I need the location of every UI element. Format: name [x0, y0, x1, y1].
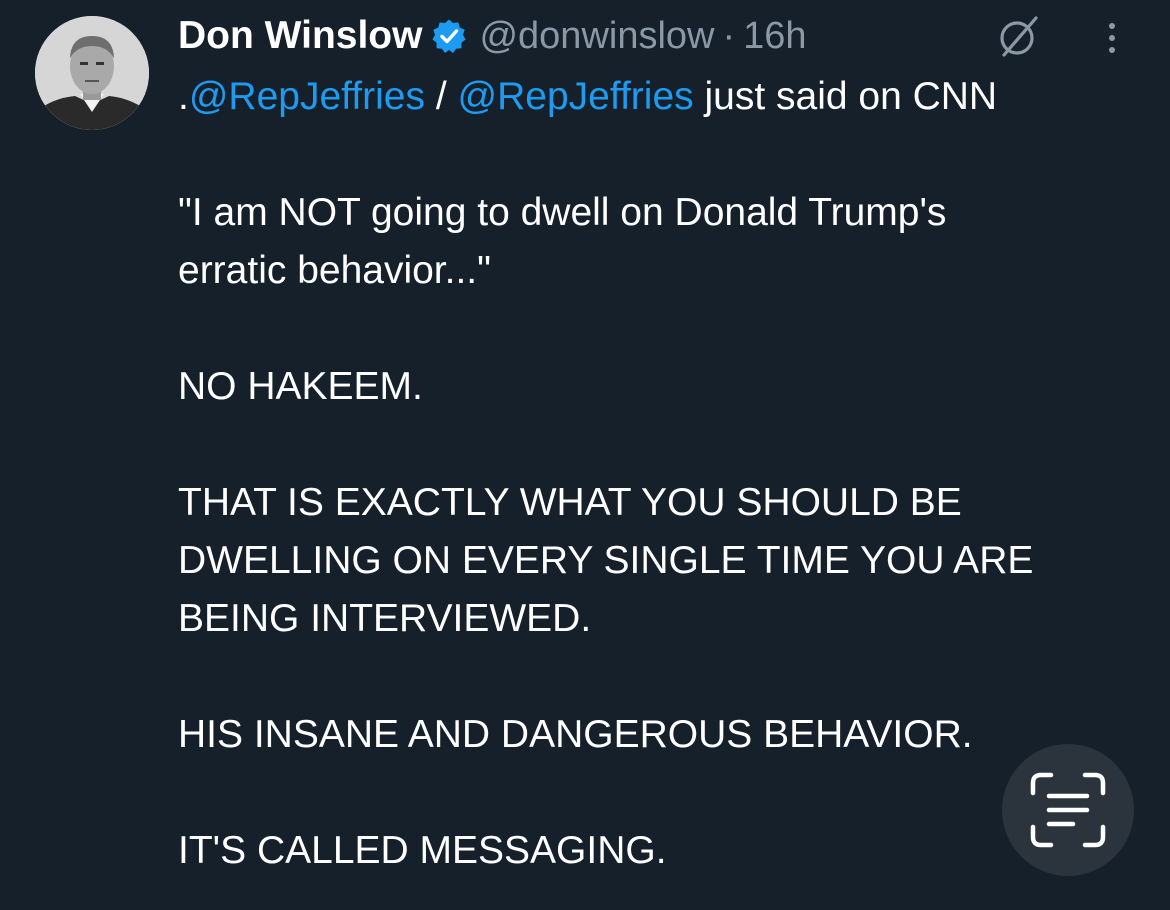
- author-name[interactable]: Don Winslow: [178, 14, 422, 58]
- paragraph-4: IT'S CALLED MESSAGING.: [178, 829, 667, 872]
- slash-text: /: [424, 75, 458, 118]
- paragraph-2-line-1: THAT IS EXACTLY WHAT YOU SHOULD BE: [178, 481, 962, 524]
- prefix-text: .: [178, 75, 189, 118]
- timestamp[interactable]: 16h: [743, 15, 806, 58]
- mention-link-1[interactable]: @RepJeffries: [189, 75, 425, 118]
- mention-link-2[interactable]: @RepJeffries: [458, 75, 694, 118]
- paragraph-3: HIS INSANE AND DANGEROUS BEHAVIOR.: [178, 713, 973, 756]
- tweet-header: Don Winslow @donwinslow · 16h: [178, 10, 807, 62]
- grok-icon[interactable]: [993, 14, 1043, 60]
- tweet-text: .@RepJeffries / @RepJeffries just said o…: [178, 68, 1148, 880]
- avatar[interactable]: [35, 16, 149, 130]
- tweet-first-line: .@RepJeffries / @RepJeffries just said o…: [178, 68, 1148, 126]
- text-scan-icon: [1030, 772, 1106, 848]
- paragraph-2-line-2: DWELLING ON EVERY SINGLE TIME YOU ARE: [178, 539, 1034, 582]
- paragraph-2-line-3: BEING INTERVIEWED.: [178, 597, 592, 640]
- text-scan-button[interactable]: [1002, 744, 1134, 876]
- verified-badge-icon: [431, 18, 467, 54]
- separator-dot: ·: [722, 14, 736, 57]
- author-handle[interactable]: @donwinslow: [479, 15, 714, 58]
- quote-line-1: "I am NOT going to dwell on Donald Trump…: [178, 191, 947, 234]
- after-mentions-text: just said on CNN: [693, 75, 998, 118]
- tweet[interactable]: Don Winslow @donwinslow · 16h .@RepJeffr…: [0, 0, 1170, 910]
- no-hakeem-line: NO HAKEEM.: [178, 365, 423, 408]
- more-vertical-icon[interactable]: [1100, 18, 1124, 58]
- quote-line-2: erratic behavior...": [178, 249, 491, 292]
